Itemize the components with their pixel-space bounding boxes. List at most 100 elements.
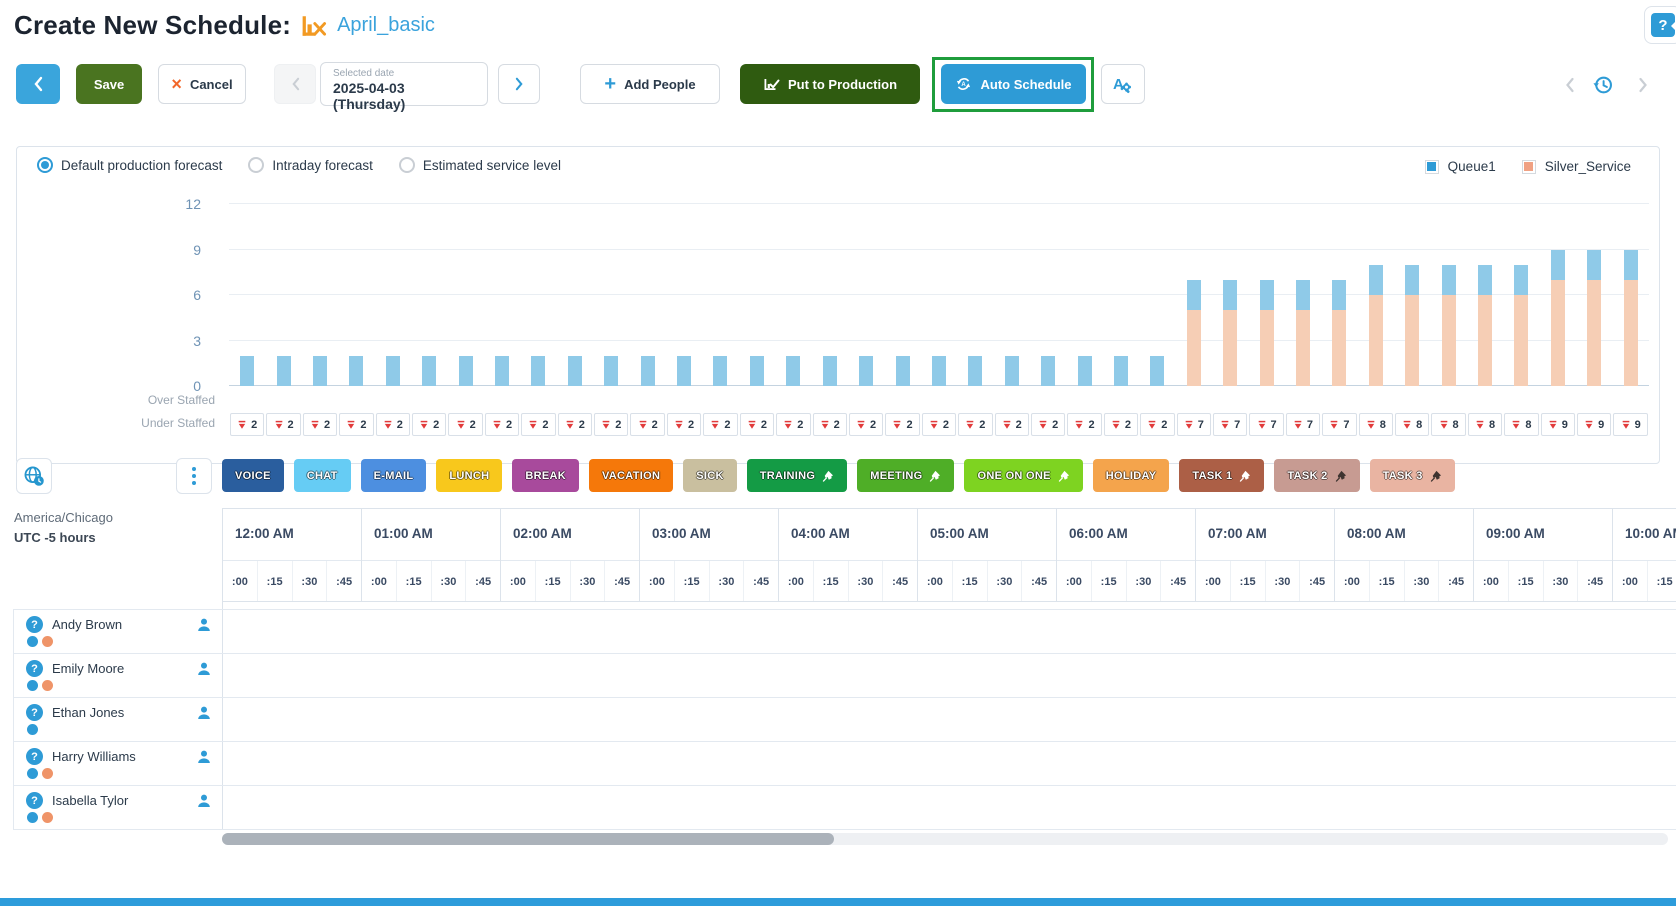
history-back-button[interactable] <box>1556 72 1582 98</box>
under-staffed-box: 9 <box>1613 413 1648 436</box>
staffing-bar <box>1077 355 1092 386</box>
activity-chip-meeting[interactable]: MEETING <box>857 459 955 492</box>
quarter-label: :45 <box>1021 561 1056 601</box>
employee-name-cell[interactable]: ? Isabella Tylor <box>14 786 223 829</box>
activities-menu-button[interactable] <box>176 458 212 494</box>
staffing-bar <box>240 355 255 386</box>
pin-icon <box>1058 470 1069 482</box>
activity-chip-task-2[interactable]: TASK 2 <box>1274 459 1360 492</box>
selected-date-field[interactable]: Selected date 2025-04-03 (Thursday) <box>320 62 488 112</box>
auto-schedule-button[interactable]: A Auto Schedule <box>941 64 1086 104</box>
hour-column: 08:00 AM :00:15:30:45 <box>1334 509 1473 601</box>
save-button[interactable]: Save <box>76 64 142 104</box>
next-date-button[interactable] <box>498 64 540 104</box>
activity-chip-lunch[interactable]: LUNCH <box>436 459 503 492</box>
under-staffed-box: 8 <box>1358 413 1393 436</box>
scrollbar-thumb[interactable] <box>222 833 834 845</box>
employee-name-cell[interactable]: ? Andy Brown <box>14 610 223 653</box>
hour-label: 01:00 AM <box>362 509 500 561</box>
under-staffed-arrow-icon <box>530 420 537 429</box>
employee-schedule-track[interactable] <box>223 786 1676 829</box>
quarter-label: :45 <box>1299 561 1334 601</box>
legend-item[interactable]: Silver_Service <box>1521 159 1631 174</box>
activity-chip-voice[interactable]: VOICE <box>222 459 284 492</box>
queue-dot <box>42 680 53 691</box>
horizontal-scrollbar[interactable] <box>222 833 1668 845</box>
staffing-bar <box>1514 264 1529 386</box>
activity-chip-holiday[interactable]: HOLIDAY <box>1092 459 1170 492</box>
radio-icon <box>398 157 415 173</box>
hour-label: 05:00 AM <box>918 509 1056 561</box>
staffing-bar <box>1004 355 1019 386</box>
forecast-option-radio[interactable]: Estimated service level <box>398 157 561 173</box>
legend-item[interactable]: Queue1 <box>1424 159 1496 174</box>
activity-chip-chat[interactable]: CHAT <box>293 459 351 492</box>
under-staffed-box: 2 <box>557 413 593 436</box>
back-button[interactable] <box>16 64 60 104</box>
queue-dot <box>27 680 38 691</box>
quarter-label: :30 <box>847 561 883 601</box>
previous-date-button[interactable] <box>274 64 316 104</box>
employee-name-cell[interactable]: ? Ethan Jones <box>14 698 223 741</box>
under-staffed-box: 2 <box>302 413 338 436</box>
staffing-bar <box>1259 279 1274 386</box>
employee-schedule-track[interactable] <box>223 654 1676 697</box>
forecast-panel: Default production forecast Intraday fore… <box>16 146 1660 464</box>
history-button[interactable] <box>1590 72 1616 98</box>
activity-chip-e-mail[interactable]: E-MAIL <box>360 459 427 492</box>
quarter-label: :00 <box>648 575 665 588</box>
employee-schedule-track[interactable] <box>223 698 1676 741</box>
schedule-settings-button[interactable]: A <box>1101 64 1145 104</box>
employee-info-icon[interactable]: ? <box>26 748 43 765</box>
help-button[interactable]: ? <box>1644 6 1676 44</box>
under-staffed-arrow-icon <box>420 420 428 429</box>
y-axis-tick: 12 <box>185 196 201 212</box>
quarter-label: :30 <box>1542 561 1578 601</box>
employee-info-icon[interactable]: ? <box>26 616 43 633</box>
activity-chip-vacation[interactable]: VACATION <box>588 459 674 492</box>
staffing-bar <box>567 355 582 386</box>
activity-chip-training[interactable]: TRAINING <box>746 459 848 492</box>
production-chart-icon <box>764 79 780 90</box>
under-staffed-arrow-icon <box>1367 420 1375 429</box>
employee-schedule-track[interactable] <box>223 742 1676 785</box>
put-to-production-button[interactable]: Put to Production <box>740 64 920 104</box>
history-forward-button[interactable] <box>1630 72 1656 98</box>
staffing-bar <box>1623 249 1638 386</box>
under-staffed-box: 2 <box>266 413 301 436</box>
hour-column: 07:00 AM :00:15:30:45 <box>1195 509 1334 601</box>
activity-chip-one-on-one[interactable]: ONE ON ONE <box>964 459 1083 492</box>
employee-schedule-track[interactable] <box>223 610 1676 653</box>
activity-chip-task-3[interactable]: TASK 3 <box>1369 459 1455 492</box>
a-gear-icon: A <box>1113 76 1131 94</box>
pin-icon <box>1430 470 1441 482</box>
timezone-button[interactable] <box>16 458 52 494</box>
activity-chip-break[interactable]: BREAK <box>512 459 579 492</box>
employee-name-cell[interactable]: ? Harry Williams <box>14 742 223 785</box>
employee-info-icon[interactable]: ? <box>26 660 43 677</box>
person-icon[interactable] <box>196 793 212 809</box>
activity-chip-task-1[interactable]: TASK 1 <box>1179 459 1265 492</box>
staffing-bar <box>604 355 619 386</box>
hour-column: 06:00 AM :00:15:30:45 <box>1056 509 1195 601</box>
employee-info-icon[interactable]: ? <box>26 792 43 809</box>
person-icon[interactable] <box>196 661 212 677</box>
forecast-option-radio[interactable]: Intraday forecast <box>248 157 373 173</box>
schedule-name-link[interactable]: April_basic <box>337 14 435 37</box>
forecast-option-radio[interactable]: Default production forecast <box>37 157 222 173</box>
person-icon[interactable] <box>196 617 212 633</box>
person-icon[interactable] <box>196 749 212 765</box>
under-staffed-box: 2 <box>666 413 702 436</box>
cancel-button[interactable]: × Cancel <box>158 64 246 104</box>
chevron-right-icon <box>1638 77 1647 93</box>
employee-info-icon[interactable]: ? <box>26 704 43 721</box>
employee-name-cell[interactable]: ? Emily Moore <box>14 654 223 697</box>
person-icon[interactable] <box>196 705 212 721</box>
forecast-options: Default production forecast Intraday fore… <box>37 157 561 173</box>
activity-chip-sick[interactable]: SICK <box>683 459 737 492</box>
staffing-bar <box>458 355 473 386</box>
quarter-label: :00 <box>231 575 248 588</box>
add-people-button[interactable]: + Add People <box>580 64 720 104</box>
under-staffed-arrow-icon <box>1258 420 1265 429</box>
under-staffed-arrow-icon <box>748 420 756 429</box>
